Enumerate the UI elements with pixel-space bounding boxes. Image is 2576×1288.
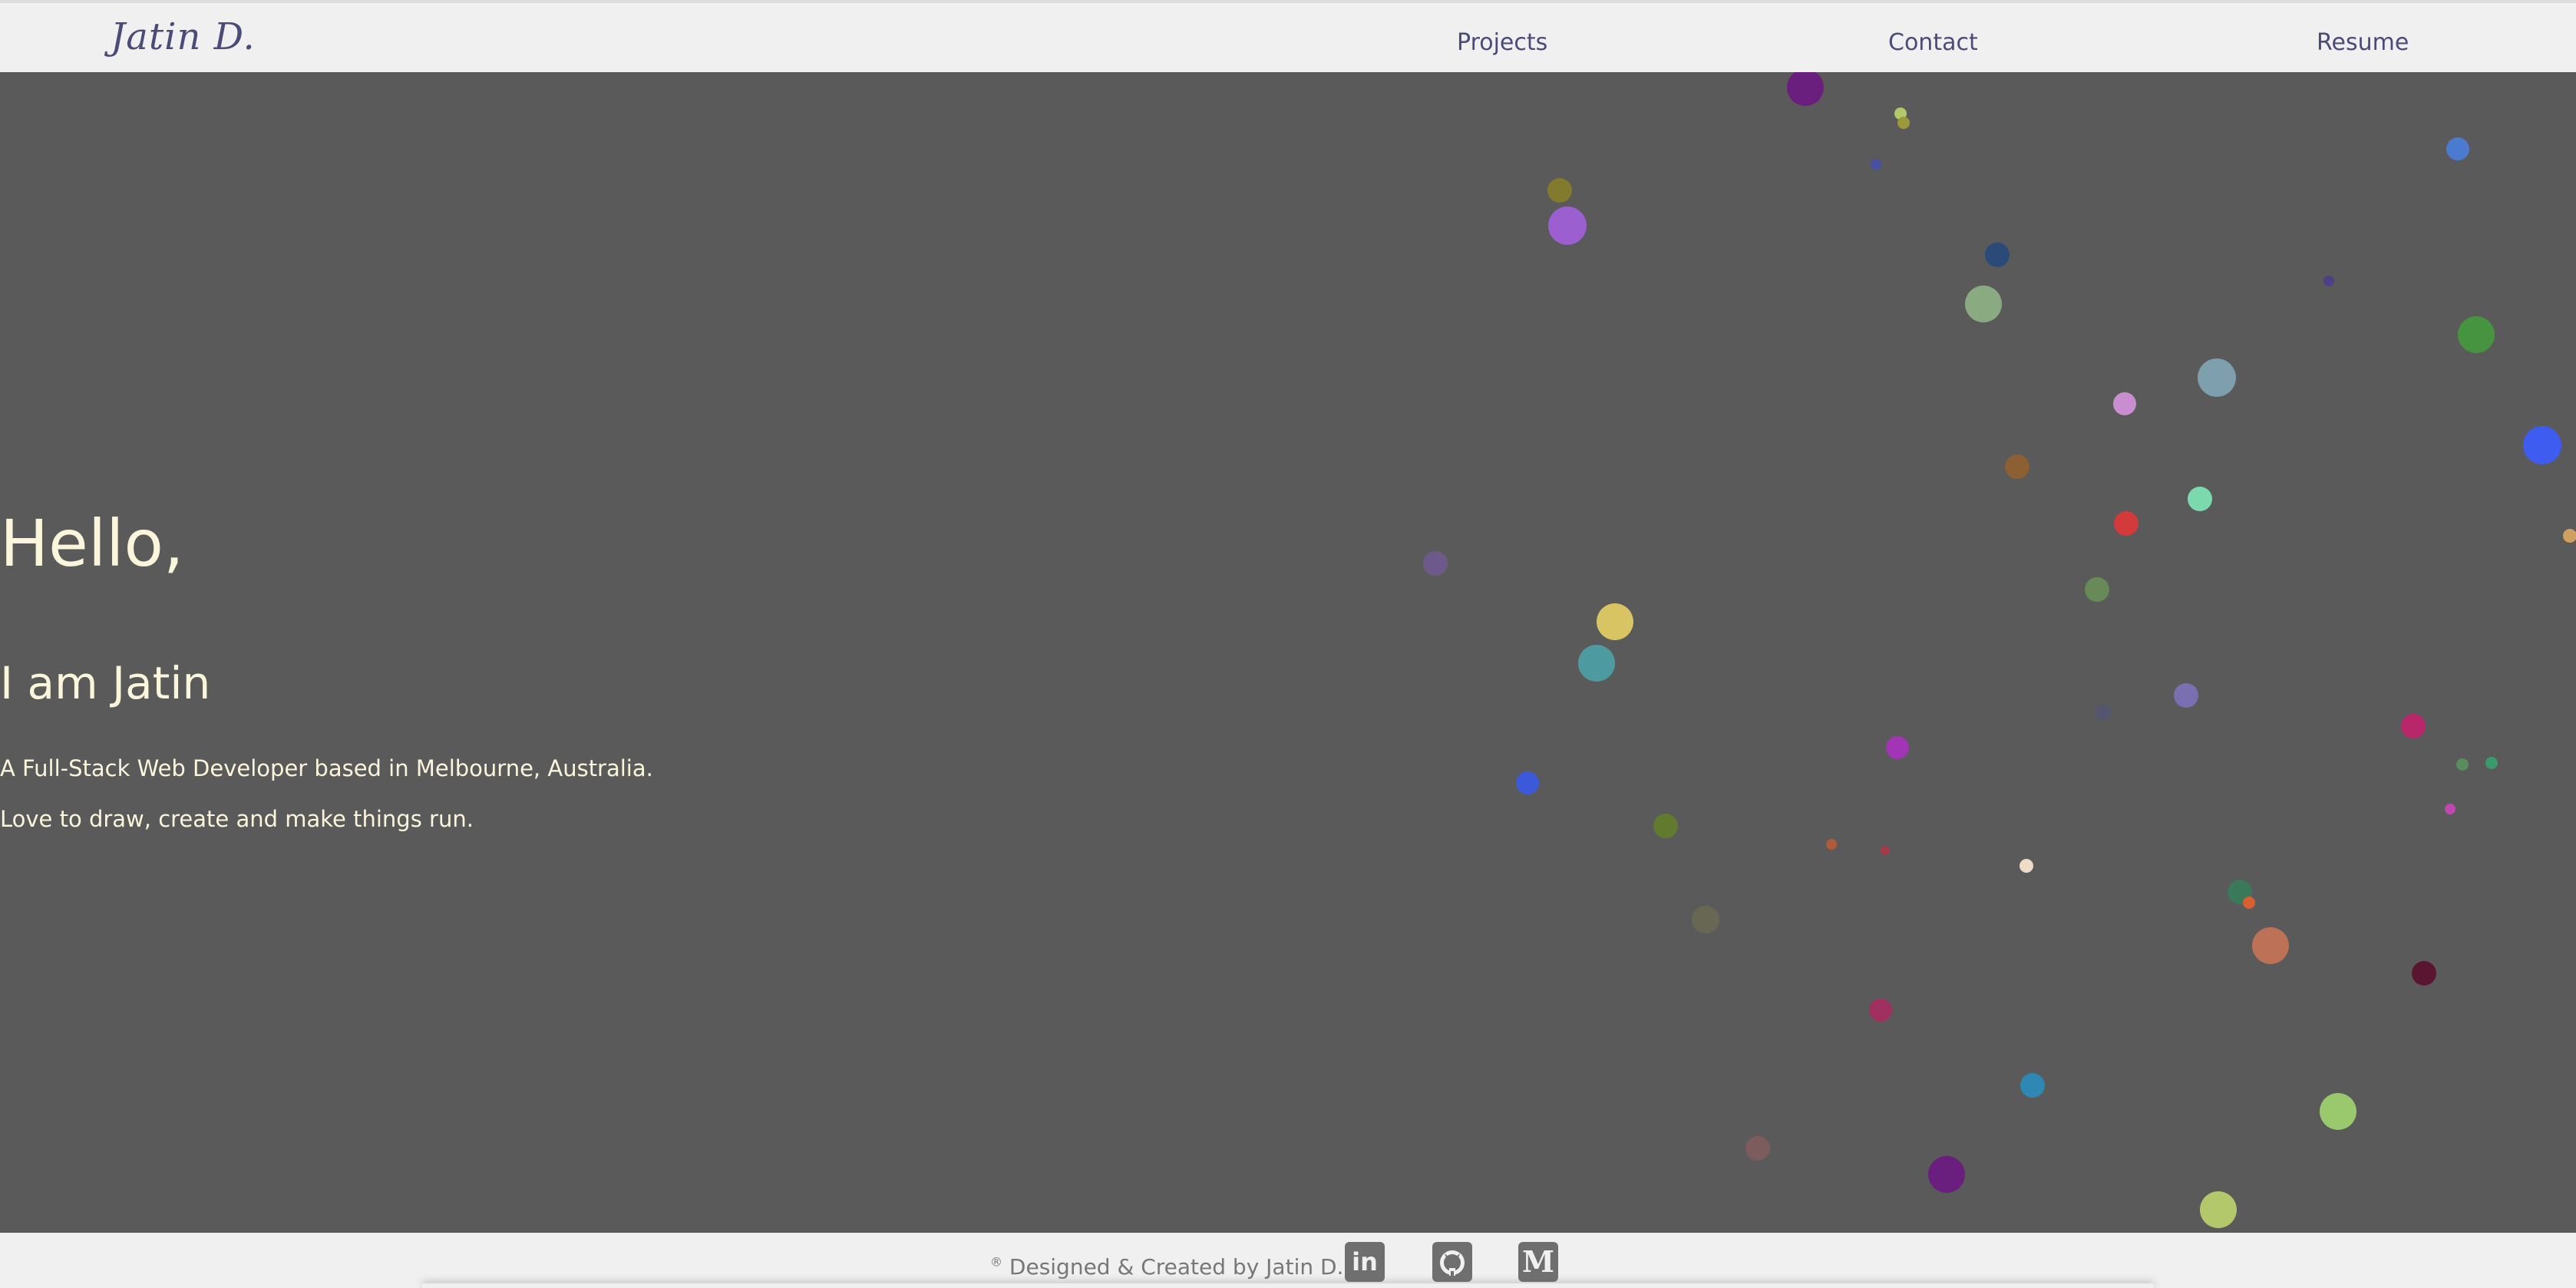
bubble-dot — [2198, 358, 2236, 397]
registered-symbol: ® — [990, 1254, 1002, 1270]
floating-bubbles-canvas — [1423, 72, 2576, 1228]
linkedin-glyph: in — [1352, 1247, 1378, 1276]
site-logo[interactable]: Jatin D. — [111, 15, 256, 58]
github-glyph — [1432, 1242, 1472, 1282]
bubble-dot — [1516, 771, 1539, 794]
bubble-dot — [2200, 1191, 2237, 1228]
bubble-dot — [1928, 1156, 1965, 1193]
bubble-dot — [1578, 645, 1615, 682]
bubble-dot — [1547, 178, 1572, 203]
bubble-dot — [2020, 1073, 2045, 1098]
hero-section: Hello, I am Jatin A Full-Stack Web Devel… — [0, 72, 2576, 1233]
bubble-dot — [2485, 757, 2498, 769]
bubble-dot — [1745, 1136, 1770, 1161]
bubble-dot — [2412, 961, 2436, 986]
bubble-dot — [1787, 72, 1824, 106]
bubble-dot — [1886, 736, 1909, 759]
bubble-dot — [2320, 1093, 2356, 1130]
bubble-dot — [2323, 276, 2334, 286]
bubble-dot — [2401, 714, 2426, 738]
footer-divider — [422, 1283, 2154, 1288]
bubble-dot — [2445, 804, 2455, 814]
copyright-label: Designed & Created by Jatin D. — [1009, 1254, 1344, 1280]
bubble-dot — [2243, 897, 2255, 909]
bubble-dot — [1423, 551, 1448, 576]
hero-tagline: Love to draw, create and make things run… — [0, 806, 474, 832]
bubble-dot — [2114, 511, 2138, 536]
hero-name: I am Jatin — [0, 657, 211, 709]
bubble-dot — [1985, 243, 2010, 267]
bubble-dot — [1826, 839, 1837, 850]
hero-description: A Full-Stack Web Developer based in Melb… — [0, 755, 653, 781]
bubble-dot — [2252, 927, 2289, 964]
bubble-dot — [1597, 603, 1633, 640]
bubble-dot — [2085, 577, 2109, 602]
bubble-dot — [1897, 117, 1910, 129]
bubble-dot — [2005, 454, 2029, 479]
bubble-dot — [1692, 906, 1719, 933]
bubble-dot — [2446, 137, 2469, 160]
github-icon[interactable] — [1432, 1242, 1472, 1282]
bubble-dot — [2174, 683, 2198, 708]
bubble-dot — [1548, 206, 1587, 245]
bubble-dot — [2020, 859, 2033, 873]
bubble-dot — [1965, 286, 2002, 322]
nav-projects-link[interactable]: Projects — [1457, 29, 1547, 56]
bubble-dot — [2188, 487, 2212, 511]
bubble-dot — [1869, 999, 1892, 1022]
linkedin-icon[interactable]: in — [1345, 1242, 1385, 1282]
top-navbar: Jatin D. Projects Contact Resume — [0, 0, 2576, 72]
medium-glyph: M — [1521, 1244, 1555, 1279]
nav-resume-link[interactable]: Resume — [2317, 29, 2409, 56]
footer: ® Designed & Created by Jatin D. in M — [0, 1233, 2576, 1288]
bubble-dot — [2113, 392, 2136, 415]
bubble-dot — [2456, 758, 2469, 771]
bubble-dot — [2095, 705, 2111, 720]
nav-contact-link[interactable]: Contact — [1888, 29, 1978, 56]
bubble-dot — [1653, 814, 1678, 838]
hero-greeting: Hello, — [0, 506, 184, 581]
bubble-dot — [2563, 529, 2576, 543]
copyright-text: ® Designed & Created by Jatin D. — [990, 1254, 1343, 1280]
bubble-dot — [2458, 316, 2495, 353]
bubble-dot — [2523, 426, 2561, 464]
bubble-dot — [1881, 846, 1890, 855]
medium-icon[interactable]: M — [1518, 1242, 1558, 1282]
bubble-dot — [1871, 159, 1881, 170]
